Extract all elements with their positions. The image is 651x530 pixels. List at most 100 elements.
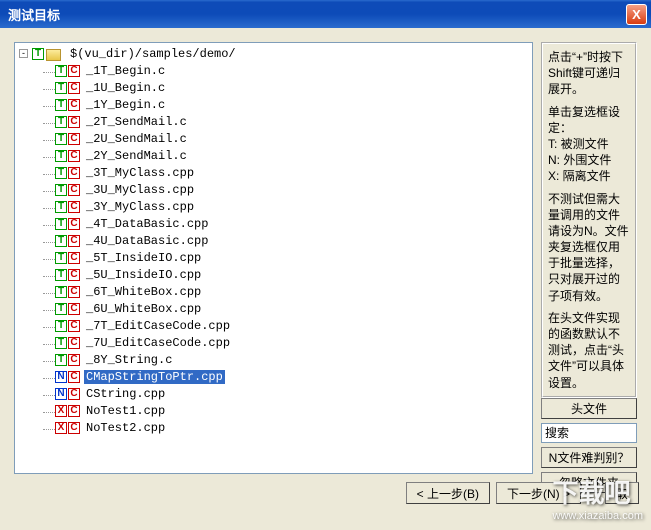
file-name-label: _6U_WhiteBox.cpp xyxy=(84,302,203,316)
tree-connector xyxy=(19,353,55,367)
cancel-button[interactable]: 取 xyxy=(605,482,639,504)
file-status-box-1[interactable]: X xyxy=(55,422,67,434)
file-status-box-1[interactable]: T xyxy=(55,167,67,179)
file-status-box-2[interactable]: C xyxy=(68,320,80,332)
file-status-box-1[interactable]: N xyxy=(55,388,67,400)
file-status-box-1[interactable]: T xyxy=(55,218,67,230)
file-status-box-1[interactable]: T xyxy=(55,235,67,247)
tree-file-row[interactable]: TC_6T_WhiteBox.cpp xyxy=(19,283,532,300)
tree-connector xyxy=(19,149,55,163)
tree-file-row[interactable]: NCCMapStringToPtr.cpp xyxy=(19,368,532,385)
file-name-label: _2U_SendMail.c xyxy=(84,132,189,146)
file-status-box-1[interactable]: T xyxy=(55,150,67,162)
client-area: - T $(vu_dir)/samples/demo/ TC_1T_Begin.… xyxy=(0,28,651,474)
file-name-label: _7T_EditCaseCode.cpp xyxy=(84,319,232,333)
file-status-box-1[interactable]: T xyxy=(55,133,67,145)
tree-file-row[interactable]: TC_1T_Begin.c xyxy=(19,62,532,79)
tree-connector xyxy=(19,251,55,265)
tree-connector xyxy=(19,115,55,129)
file-status-box-1[interactable]: T xyxy=(55,269,67,281)
file-status-box-2[interactable]: C xyxy=(68,218,80,230)
tree-file-row[interactable]: TC _5T_InsideIO.cpp xyxy=(19,249,532,266)
expander-icon[interactable]: - xyxy=(19,49,28,58)
file-status-box-2[interactable]: C xyxy=(68,116,80,128)
tree-file-row[interactable]: TC _7T_EditCaseCode.cpp xyxy=(19,317,532,334)
file-status-box-2[interactable]: C xyxy=(68,150,80,162)
tree-file-row[interactable]: TC _6U_WhiteBox.cpp xyxy=(19,300,532,317)
file-name-label: _5T_InsideIO.cpp xyxy=(84,251,203,265)
file-status-box-1[interactable]: T xyxy=(55,252,67,264)
file-tree[interactable]: - T $(vu_dir)/samples/demo/ TC_1T_Begin.… xyxy=(14,42,533,474)
file-name-label: _7U_EditCaseCode.cpp xyxy=(84,336,232,350)
file-status-box-1[interactable]: T xyxy=(55,354,67,366)
close-button[interactable]: X xyxy=(626,4,647,25)
tree-file-row[interactable]: TC_3U_MyClass.cpp xyxy=(19,181,532,198)
tree-connector xyxy=(19,336,55,350)
tree-file-row[interactable]: TC _2U_SendMail.c xyxy=(19,130,532,147)
file-status-box-2[interactable]: C xyxy=(68,286,80,298)
header-files-button[interactable]: 头文件 xyxy=(541,398,637,419)
file-name-label: _4T_DataBasic.cpp xyxy=(84,217,210,231)
info-l2: N: 外围文件 xyxy=(548,152,630,168)
file-status-box-2[interactable]: C xyxy=(68,201,80,213)
file-name-label: _1Y_Begin.c xyxy=(84,98,167,112)
file-status-box-1[interactable]: T xyxy=(55,337,67,349)
file-status-box-1[interactable]: X xyxy=(55,405,67,417)
file-status-box-1[interactable]: T xyxy=(55,320,67,332)
back-button[interactable]: < 上一步(B) xyxy=(406,482,490,504)
tree-connector xyxy=(19,268,55,282)
file-status-box-2[interactable]: C xyxy=(68,65,80,77)
tree-file-row[interactable]: XCNoTest1.cpp xyxy=(19,402,532,419)
folder-icon xyxy=(46,49,61,61)
file-status-box-2[interactable]: C xyxy=(68,405,80,417)
file-status-box-2[interactable]: C xyxy=(68,184,80,196)
next-button[interactable]: 下一步(N) > xyxy=(496,482,581,504)
tree-connector xyxy=(19,81,55,95)
tree-file-row[interactable]: TC_2T_SendMail.c xyxy=(19,113,532,130)
file-status-box-1[interactable]: T xyxy=(55,65,67,77)
file-status-box-2[interactable]: C xyxy=(68,252,80,264)
n-difficult-button[interactable]: N文件难判别？ xyxy=(541,447,637,468)
tree-file-row[interactable]: TC _1Y_Begin.c xyxy=(19,96,532,113)
file-status-box-2[interactable]: C xyxy=(68,354,80,366)
tree-file-row[interactable]: TC _3T_MyClass.cpp xyxy=(19,164,532,181)
file-name-label: CString.cpp xyxy=(84,387,167,401)
file-status-box-2[interactable]: C xyxy=(68,99,80,111)
file-status-box-1[interactable]: T xyxy=(55,286,67,298)
tree-file-row[interactable]: TC_8Y_String.c xyxy=(19,351,532,368)
file-status-box-1[interactable]: T xyxy=(55,116,67,128)
close-icon: X xyxy=(632,7,641,22)
file-status-box-2[interactable]: C xyxy=(68,371,80,383)
file-status-box-2[interactable]: C xyxy=(68,133,80,145)
search-input[interactable] xyxy=(541,423,637,443)
file-status-box-2[interactable]: C xyxy=(68,235,80,247)
file-name-label: _5U_InsideIO.cpp xyxy=(84,268,203,282)
file-status-box-1[interactable]: T xyxy=(55,184,67,196)
tree-file-row[interactable]: TC_4U_DataBasic.cpp xyxy=(19,232,532,249)
info-p2: 单击复选框设定： xyxy=(548,104,630,136)
tree-file-row[interactable]: TC_3Y_MyClass.cpp xyxy=(19,198,532,215)
root-status-box[interactable]: T xyxy=(32,48,44,60)
file-status-box-1[interactable]: T xyxy=(55,82,67,94)
tree-file-row[interactable]: TC _7U_EditCaseCode.cpp xyxy=(19,334,532,351)
file-status-box-2[interactable]: C xyxy=(68,303,80,315)
info-l1: T: 被测文件 xyxy=(548,136,630,152)
tree-file-row[interactable]: XCNoTest2.cpp xyxy=(19,419,532,436)
tree-file-row[interactable]: TC _5U_InsideIO.cpp xyxy=(19,266,532,283)
tree-file-row[interactable]: TC_1U_Begin.c xyxy=(19,79,532,96)
file-status-box-1[interactable]: T xyxy=(55,303,67,315)
tree-root-row[interactable]: - T $(vu_dir)/samples/demo/ xyxy=(19,45,532,62)
file-status-box-1[interactable]: T xyxy=(55,201,67,213)
file-status-box-1[interactable]: T xyxy=(55,99,67,111)
tree-file-row[interactable]: TC_2Y_SendMail.c xyxy=(19,147,532,164)
file-status-box-2[interactable]: C xyxy=(68,422,80,434)
file-status-box-2[interactable]: C xyxy=(68,167,80,179)
file-status-box-1[interactable]: N xyxy=(55,371,67,383)
file-name-label: _3T_MyClass.cpp xyxy=(84,166,196,180)
file-status-box-2[interactable]: C xyxy=(68,269,80,281)
file-status-box-2[interactable]: C xyxy=(68,337,80,349)
file-status-box-2[interactable]: C xyxy=(68,388,80,400)
tree-file-row[interactable]: NC CString.cpp xyxy=(19,385,532,402)
tree-file-row[interactable]: TC _4T_DataBasic.cpp xyxy=(19,215,532,232)
file-status-box-2[interactable]: C xyxy=(68,82,80,94)
